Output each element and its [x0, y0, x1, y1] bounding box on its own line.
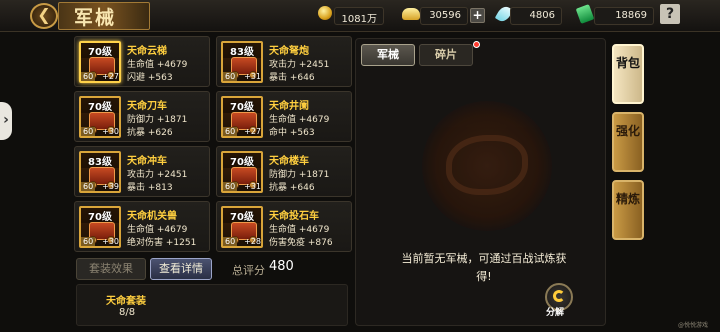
back-button[interactable]: ❮	[30, 3, 58, 29]
notification-dot	[473, 41, 480, 48]
total-score-value: 480	[269, 259, 294, 274]
weapon-card[interactable]: 83级 60 +31 天命弩炮攻击力 +2451 暴击 +646	[216, 36, 352, 87]
weapon-level: 70级	[223, 98, 261, 113]
ingot-resource: 30596	[420, 7, 468, 25]
side-drawer-handle[interactable]: ›	[0, 102, 12, 140]
feather-value: 4806	[529, 10, 555, 21]
help-button[interactable]: ?	[660, 4, 680, 24]
weapon-thumbnail[interactable]: 83级 60 +39	[79, 151, 121, 193]
weapon-name: 天命楼车	[269, 156, 309, 167]
tab-refine[interactable]: 精炼	[612, 180, 644, 240]
ingot-value: 30596	[429, 10, 461, 21]
weapon-thumbnail[interactable]: 70级 60 +31	[221, 151, 263, 193]
weapon-rank: 60	[81, 237, 96, 246]
weapon-stat-secondary: 命中 +563	[269, 128, 315, 138]
set-count: 8/8	[119, 307, 136, 318]
total-score-label: 总评分	[232, 264, 265, 277]
weapon-rank: 60	[223, 127, 238, 136]
weapon-rank: 60	[81, 72, 96, 81]
weapon-stat-secondary: 暴击 +646	[269, 73, 315, 83]
weapon-card[interactable]: 70级 60 +27 天命井阑生命值 +4679 命中 +563	[216, 91, 352, 142]
weapon-thumbnail[interactable]: 70级 60 +27	[79, 41, 121, 83]
weapon-rank: 60	[223, 237, 238, 246]
tab-enhance[interactable]: 强化	[612, 112, 644, 172]
weapon-plus: +31	[244, 182, 261, 191]
weapon-card[interactable]: 70级 60 +31 天命楼车防御力 +1871 抗暴 +646	[216, 146, 352, 197]
weapon-plus: +31	[244, 72, 261, 81]
weapon-plus: +30	[102, 237, 119, 246]
weapon-name: 天命冲车	[127, 156, 167, 167]
weapon-level: 70级	[81, 43, 119, 58]
jade-resource: 18869	[594, 7, 654, 25]
set-effect-button[interactable]: 套装效果	[76, 258, 146, 280]
weapon-level: 83级	[81, 153, 119, 168]
tab-bag[interactable]: 背包	[612, 44, 644, 104]
weapon-card[interactable]: 70级 60 +30 天命机关兽生命值 +4679 绝对伤害 +1251	[74, 201, 210, 252]
add-ingot-button[interactable]: +	[470, 8, 485, 23]
weapon-stat-secondary: 暴击 +813	[127, 183, 173, 193]
weapon-level: 70级	[223, 153, 261, 168]
weapon-stat-secondary: 抗暴 +646	[269, 183, 315, 193]
weapon-thumbnail[interactable]: 70级 60 +30	[79, 96, 121, 138]
weapon-name: 天命井阑	[269, 101, 309, 112]
coin-value: 1081万	[341, 14, 377, 25]
weapon-thumbnail[interactable]: 83级 60 +31	[221, 41, 263, 83]
weapon-stat-secondary: 伤害免疫 +876	[269, 238, 333, 248]
weapon-level: 70级	[223, 208, 261, 223]
weapon-rank: 60	[223, 72, 238, 81]
inventory-panel: 军械 碎片 当前暂无军械，可通过百战试炼获得! 分解	[355, 38, 606, 326]
weapon-plus: +39	[102, 182, 119, 191]
weapon-name: 天命云梯	[127, 46, 167, 57]
empty-message: 当前暂无军械，可通过百战试炼获得!	[401, 252, 567, 283]
decompose-label: 分解	[546, 308, 565, 318]
tiger-emblem	[422, 101, 552, 231]
weapon-thumbnail[interactable]: 70级 60 +27	[221, 96, 263, 138]
weapon-level: 70级	[81, 208, 119, 223]
weapon-name: 天命机关兽	[127, 211, 177, 222]
weapon-card[interactable]: 83级 60 +39 天命冲车攻击力 +2451 暴击 +813	[74, 146, 210, 197]
weapon-rank: 60	[223, 182, 238, 191]
tab-weapons[interactable]: 军械	[361, 44, 415, 66]
weapon-stat-secondary: 闪避 +563	[127, 73, 173, 83]
weapon-thumbnail[interactable]: 70级 60 +28	[221, 206, 263, 248]
gold-ingot-icon	[402, 8, 420, 20]
weapon-card[interactable]: 70级 60 +28 天命投石车生命值 +4679 伤害免疫 +876	[216, 201, 352, 252]
weapon-plus: +30	[102, 127, 119, 136]
weapon-stat-primary: 生命值 +4679	[127, 60, 188, 70]
weapon-stat-primary: 防御力 +1871	[269, 170, 330, 180]
weapon-stat-primary: 攻击力 +2451	[269, 60, 330, 70]
weapon-stat-primary: 生命值 +4679	[127, 225, 188, 235]
weapon-level: 70级	[81, 98, 119, 113]
weapon-stat-secondary: 绝对伤害 +1251	[127, 238, 197, 248]
page-title: 军械	[74, 7, 117, 29]
weapon-stat-secondary: 抗暴 +626	[127, 128, 173, 138]
weapon-rank: 60	[81, 182, 96, 191]
feather-resource: 4806	[510, 7, 562, 25]
coin-resource: 1081万	[334, 7, 384, 25]
weapon-level: 83级	[223, 43, 261, 58]
weapon-stat-primary: 防御力 +1871	[127, 115, 188, 125]
weapon-plus: +28	[244, 237, 261, 246]
set-name: 天命套装	[106, 296, 146, 307]
watermark: @悦悦游戏	[678, 322, 709, 329]
weapon-name: 天命投石车	[269, 211, 319, 222]
jade-value: 18869	[615, 10, 647, 21]
weapon-card[interactable]: 70级 60 +30 天命刀车防御力 +1871 抗暴 +626	[74, 91, 210, 142]
weapon-thumbnail[interactable]: 70级 60 +30	[79, 206, 121, 248]
weapon-plus: +27	[244, 127, 261, 136]
weapon-name: 天命弩炮	[269, 46, 309, 57]
tiger-icon	[446, 135, 528, 195]
weapon-rank: 60	[81, 127, 96, 136]
tab-fragments[interactable]: 碎片	[419, 44, 473, 66]
weapon-stat-primary: 生命值 +4679	[269, 225, 330, 235]
coin-icon	[318, 6, 332, 20]
weapon-stat-primary: 攻击力 +2451	[127, 170, 188, 180]
weapon-stat-primary: 生命值 +4679	[269, 115, 330, 125]
view-details-button[interactable]: 查看详情	[150, 258, 212, 280]
weapon-plus: +27	[102, 72, 119, 81]
weapon-card[interactable]: 70级 60 +27 天命云梯生命值 +4679 闪避 +563	[74, 36, 210, 87]
decompose-icon	[553, 290, 565, 302]
weapon-name: 天命刀车	[127, 101, 167, 112]
